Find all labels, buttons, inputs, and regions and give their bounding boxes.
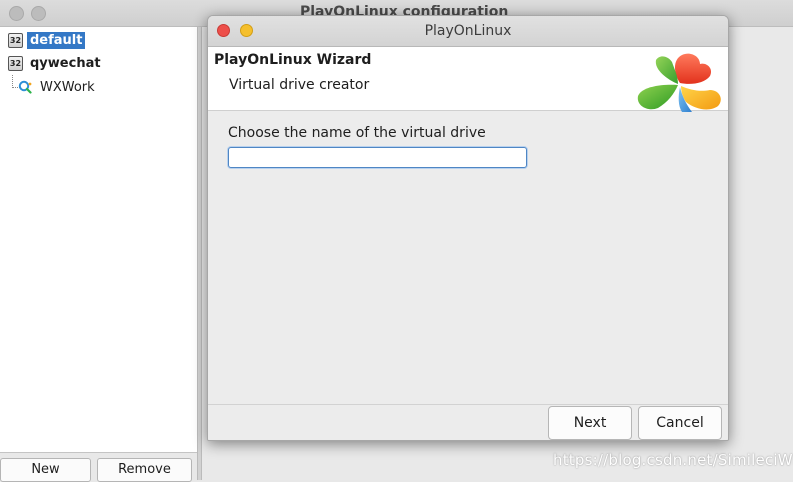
tree-item-wxwork[interactable]: WXWork [18, 77, 98, 97]
dialog-titlebar[interactable]: PlayOnLinux [208, 16, 728, 47]
app-icon [18, 80, 32, 94]
32bit-badge-icon: 32 [8, 32, 23, 48]
config-minimize-button[interactable] [31, 6, 46, 21]
config-close-button[interactable] [9, 6, 24, 21]
wizard-dialog: PlayOnLinux PlayOnLinux Wizard Virtual d… [207, 15, 729, 441]
cancel-button[interactable]: Cancel [638, 406, 722, 440]
tree-item-qywechat[interactable]: 32 qywechat [8, 53, 104, 73]
tree-item-label: WXWork [40, 79, 95, 95]
dialog-title: PlayOnLinux [424, 23, 512, 39]
watermark-text: https://blog.csdn.net/SimileciWH [553, 451, 793, 469]
wizard-header: PlayOnLinux Wizard Virtual drive creator [208, 47, 728, 112]
tree-item-label: default [27, 31, 86, 49]
32bit-badge-icon: 32 [8, 55, 23, 71]
dialog-footer: Next Cancel [208, 404, 728, 440]
new-button[interactable]: New [0, 458, 91, 482]
prefix-tree[interactable]: 32 default 32 qywechat WXWork [0, 27, 198, 452]
virtual-drive-name-input[interactable] [228, 147, 527, 168]
remove-button[interactable]: Remove [97, 458, 192, 482]
next-button[interactable]: Next [548, 406, 632, 440]
tree-item-label: qywechat [30, 55, 101, 71]
tree-item-default[interactable]: 32 default [8, 30, 86, 50]
wizard-title: PlayOnLinux Wizard [214, 52, 372, 68]
tree-button-bar: New Remove [0, 452, 197, 482]
wizard-subtitle: Virtual drive creator [229, 77, 370, 93]
playonlinux-logo-icon [637, 53, 721, 112]
drive-name-prompt: Choose the name of the virtual drive [228, 125, 486, 141]
